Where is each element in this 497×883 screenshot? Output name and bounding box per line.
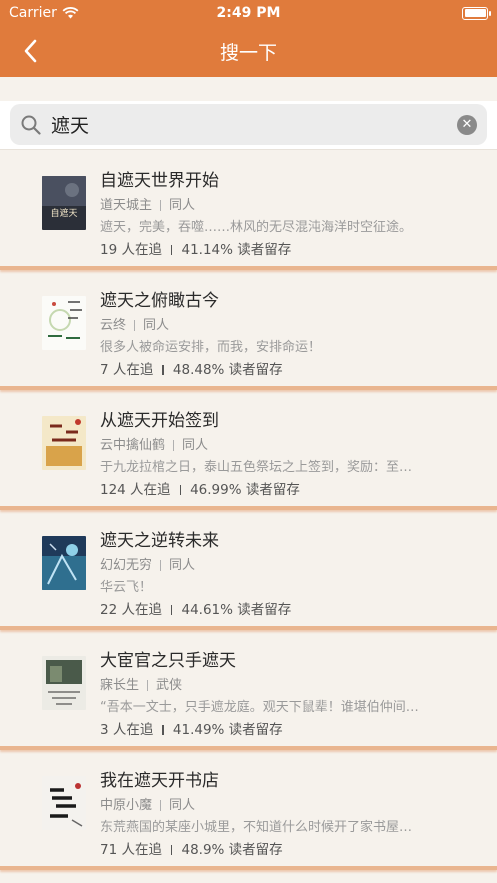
book-description: 华云飞！	[100, 580, 153, 595]
book-category: 同人	[143, 318, 170, 333]
book-retention: 41.49% 读者留存	[172, 722, 283, 738]
book-title: 我在遮天开书店	[100, 771, 219, 791]
book-list-item[interactable]: 我在遮天开书店 中原小魔 同人 东荒燕国的某座小城里，不知道什么时候开了家书屋… …	[0, 754, 497, 870]
book-meta: 道天城主 同人	[100, 194, 467, 216]
book-info: 自遮天世界开始 道天城主 同人 遮天，完美，吞噬……林风的无尽混沌海洋时空征途。 …	[100, 166, 467, 260]
search-icon	[21, 115, 41, 135]
book-category: 同人	[169, 198, 196, 213]
book-title: 自遮天世界开始	[100, 171, 219, 191]
book-info: 遮天之逆转未来 幻幻无穷 同人 华云飞！ 22 人在追 44.61% 读者留存	[100, 526, 467, 620]
separator	[160, 200, 162, 211]
book-author: 幻幻无穷	[100, 558, 153, 573]
book-cover-image	[42, 776, 86, 830]
search-field-container[interactable]: ✕	[10, 104, 487, 145]
book-stats: 3 人在追 41.49% 读者留存	[100, 718, 467, 740]
book-stats: 19 人在追 41.14% 读者留存	[100, 238, 467, 260]
book-description: 东荒燕国的某座小城里，不知道什么时候开了家书屋…	[100, 820, 413, 835]
book-category: 武侠	[156, 678, 183, 693]
book-cover-image	[42, 296, 86, 350]
book-title: 从遮天开始签到	[100, 411, 219, 431]
book-followers: 3 人在追	[100, 722, 154, 738]
book-description: “吾本一文士，只手遮龙庭。观天下鼠辈！谁堪伯仲间…	[100, 700, 419, 715]
separator	[170, 605, 173, 615]
book-info: 大宦官之只手遮天 寐长生 武侠 “吾本一文士，只手遮龙庭。观天下鼠辈！谁堪伯仲间……	[100, 646, 467, 740]
book-stats: 22 人在追 44.61% 读者留存	[100, 598, 467, 620]
separator	[173, 440, 175, 451]
book-cover-image: 自遮天	[42, 176, 86, 230]
book-meta: 云终 同人	[100, 314, 467, 336]
book-meta: 寐长生 武侠	[100, 674, 467, 696]
book-list-item[interactable]: 遮天之逆转未来 幻幻无穷 同人 华云飞！ 22 人在追 44.61% 读者留存	[0, 514, 497, 630]
separator	[162, 725, 164, 735]
book-list: 自遮天 自遮天世界开始 道天城主 同人 遮天，完美，吞噬……林风的无尽混沌海洋时空…	[0, 150, 497, 870]
book-stats: 124 人在追 46.99% 读者留存	[100, 478, 467, 500]
book-meta: 中原小魔 同人	[100, 794, 467, 816]
book-followers: 19 人在追	[100, 242, 162, 258]
separator	[147, 680, 149, 691]
spacer	[0, 77, 497, 101]
wifi-icon	[62, 7, 79, 19]
book-retention: 46.99% 读者留存	[190, 482, 300, 498]
book-meta: 幻幻无穷 同人	[100, 554, 467, 576]
book-description: 于九龙拉棺之日，泰山五色祭坛之上签到，奖励：至…	[100, 460, 413, 475]
navigation-bar: 搜一下	[0, 26, 497, 77]
battery-icon	[462, 6, 491, 20]
clear-search-icon[interactable]: ✕	[457, 114, 477, 135]
book-title: 大宦官之只手遮天	[100, 651, 236, 671]
book-title: 遮天之逆转未来	[100, 531, 219, 551]
book-list-item[interactable]: 从遮天开始签到 云中擒仙鹤 同人 于九龙拉棺之日，泰山五色祭坛之上签到，奖励：至……	[0, 394, 497, 510]
search-bar: ✕	[0, 101, 497, 150]
separator	[170, 245, 173, 255]
book-stats: 71 人在追 48.9% 读者留存	[100, 838, 467, 860]
book-author: 道天城主	[100, 198, 153, 213]
separator	[160, 560, 162, 571]
page-title: 搜一下	[219, 42, 277, 64]
book-cover-image	[42, 656, 86, 710]
book-author: 寐长生	[100, 678, 140, 693]
separator	[162, 365, 164, 375]
book-followers: 124 人在追	[100, 482, 171, 498]
search-input[interactable]	[49, 112, 450, 137]
book-list-item[interactable]: 遮天之俯瞰古今 云终 同人 很多人被命运安排，而我，安排命运！ 7 人在追 48.4…	[0, 274, 497, 390]
book-cover-image	[42, 536, 86, 590]
book-title: 遮天之俯瞰古今	[100, 291, 219, 311]
back-chevron-icon[interactable]	[18, 38, 44, 64]
book-category: 同人	[169, 798, 196, 813]
book-category: 同人	[182, 438, 209, 453]
separator	[179, 485, 182, 495]
separator	[134, 320, 136, 331]
book-followers: 22 人在追	[100, 602, 162, 618]
book-retention: 41.14% 读者留存	[181, 242, 292, 258]
book-list-item[interactable]: 自遮天 自遮天世界开始 道天城主 同人 遮天，完美，吞噬……林风的无尽混沌海洋时空…	[0, 154, 497, 270]
book-followers: 71 人在追	[100, 842, 162, 858]
book-category: 同人	[169, 558, 196, 573]
book-followers: 7 人在追	[100, 362, 154, 378]
book-list-item[interactable]: 大宦官之只手遮天 寐长生 武侠 “吾本一文士，只手遮龙庭。观天下鼠辈！谁堪伯仲间……	[0, 634, 497, 750]
book-retention: 48.9% 读者留存	[181, 842, 283, 858]
separator	[160, 800, 162, 811]
book-meta: 云中擒仙鹤 同人	[100, 434, 467, 456]
status-bar: Carrier 2:49 PM	[0, 0, 497, 26]
book-info: 我在遮天开书店 中原小魔 同人 东荒燕国的某座小城里，不知道什么时候开了家书屋… …	[100, 766, 467, 860]
separator	[170, 845, 173, 855]
book-info: 从遮天开始签到 云中擒仙鹤 同人 于九龙拉棺之日，泰山五色祭坛之上签到，奖励：至……	[100, 406, 467, 500]
book-description: 遮天，完美，吞噬……林风的无尽混沌海洋时空征途。	[100, 220, 413, 235]
book-retention: 44.61% 读者留存	[181, 602, 292, 618]
carrier-group: Carrier	[9, 5, 79, 21]
book-stats: 7 人在追 48.48% 读者留存	[100, 358, 467, 380]
book-author: 云中擒仙鹤	[100, 438, 166, 453]
book-author: 云终	[100, 318, 127, 333]
book-cover-image	[42, 416, 86, 470]
svg-text:自遮天: 自遮天	[50, 207, 77, 219]
book-info: 遮天之俯瞰古今 云终 同人 很多人被命运安排，而我，安排命运！ 7 人在追 48.4…	[100, 286, 467, 380]
carrier-label: Carrier	[9, 5, 57, 21]
book-author: 中原小魔	[100, 798, 153, 813]
book-description: 很多人被命运安排，而我，安排命运！	[100, 340, 322, 355]
book-retention: 48.48% 读者留存	[172, 362, 283, 378]
